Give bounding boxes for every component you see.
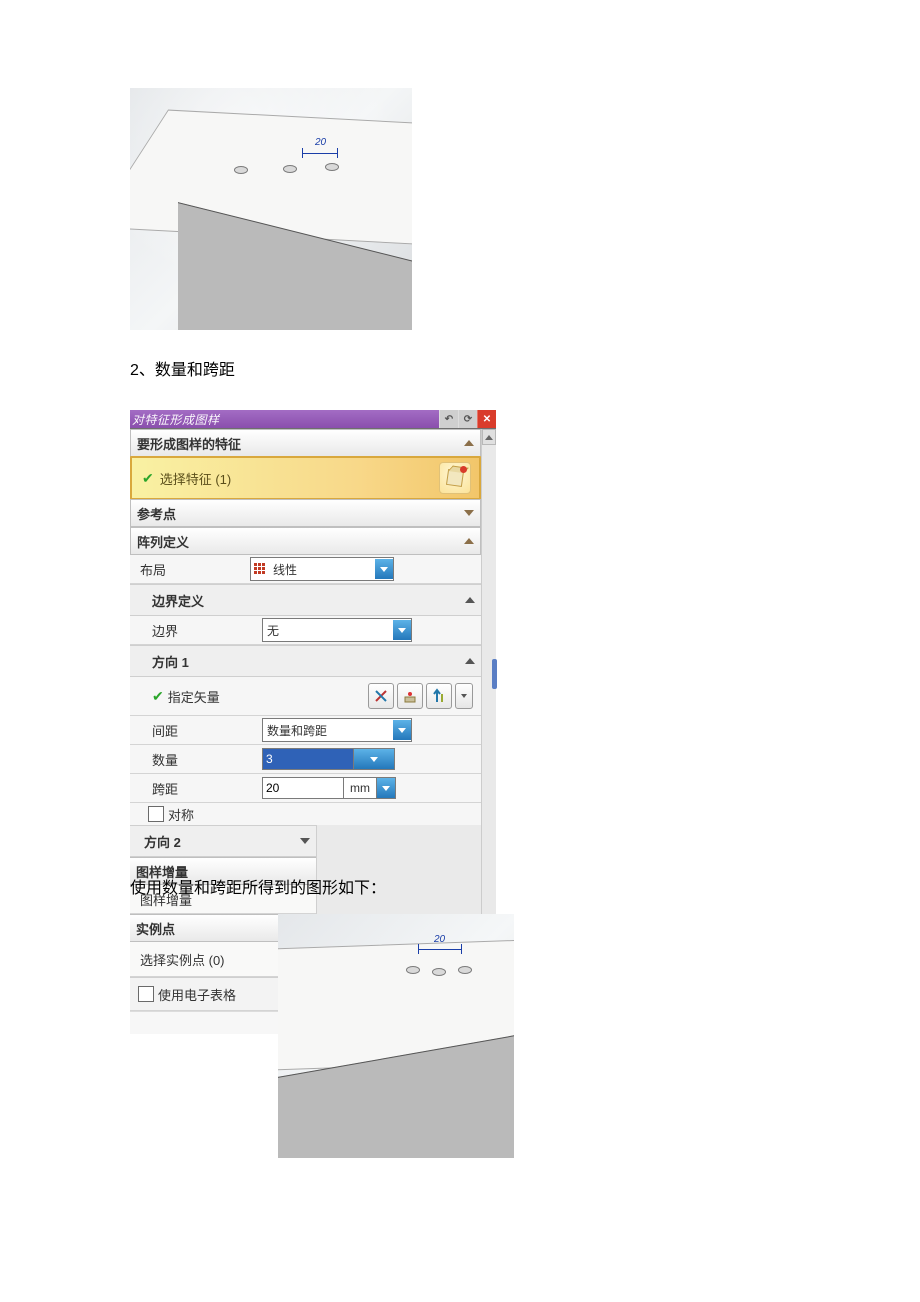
dropdown-arrow-icon[interactable] bbox=[375, 559, 393, 579]
section-features-header[interactable]: 要形成图样的特征 bbox=[130, 429, 481, 457]
chevron-down-icon bbox=[464, 510, 474, 516]
count-spinner[interactable] bbox=[353, 748, 395, 770]
chevron-up-icon bbox=[465, 658, 475, 664]
check-icon: ✔ bbox=[142, 470, 154, 487]
chevron-up-icon bbox=[464, 440, 474, 446]
vector-reverse-button[interactable] bbox=[426, 683, 452, 709]
array-def-header[interactable]: 阵列定义 bbox=[130, 527, 481, 555]
check-icon: ✔ bbox=[152, 688, 164, 705]
span-unit: mm bbox=[344, 777, 377, 799]
dialog-titlebar: 对特征形成图样 ↶ ⟳ ✕ bbox=[130, 410, 496, 429]
span-input[interactable] bbox=[262, 777, 344, 799]
vector-row: ✔ 指定矢量 bbox=[130, 677, 481, 716]
boundary-dropdown[interactable]: 无 bbox=[262, 618, 412, 642]
symmetric-row: 对称 bbox=[130, 803, 481, 825]
span-spinner[interactable] bbox=[377, 777, 396, 799]
use-spreadsheet-checkbox[interactable] bbox=[138, 986, 154, 1002]
feature-cube-icon[interactable] bbox=[439, 462, 471, 494]
direction2-header[interactable]: 方向 2 bbox=[130, 825, 316, 857]
span-row: 跨距 mm bbox=[130, 774, 481, 803]
symmetric-checkbox[interactable] bbox=[148, 806, 164, 822]
direction1-header[interactable]: 方向 1 bbox=[130, 645, 481, 677]
boundary-def-header[interactable]: 边界定义 bbox=[130, 584, 481, 616]
dropdown-arrow-icon[interactable] bbox=[393, 620, 411, 640]
spacing-row: 间距 数量和跨距 bbox=[130, 716, 481, 745]
dialog-title: 对特征形成图样 bbox=[132, 411, 220, 428]
titlebar-reset-icon[interactable]: ⟳ bbox=[458, 410, 477, 428]
count-input[interactable] bbox=[262, 748, 354, 770]
overlay-caption: 使用数量和跨距所得到的图形如下： bbox=[130, 874, 386, 898]
layout-row: 布局 线性 bbox=[130, 555, 481, 584]
select-feature-row[interactable]: ✔ 选择特征 (1) bbox=[130, 456, 481, 500]
chevron-down-icon bbox=[300, 838, 310, 844]
count-row: 数量 bbox=[130, 745, 481, 774]
composite-wrap: 对特征形成图样 ↶ ⟳ ✕ 要形成图样的特征 ✔ bbox=[130, 410, 510, 1034]
dimension-label-1: 20 bbox=[315, 137, 326, 148]
vector-menu-button[interactable] bbox=[455, 683, 473, 709]
boundary-row: 边界 无 bbox=[130, 616, 481, 645]
vector-options-button[interactable] bbox=[397, 683, 423, 709]
chevron-up-icon bbox=[465, 597, 475, 603]
spacing-dropdown[interactable]: 数量和跨距 bbox=[262, 718, 412, 742]
viewport-screenshot-1: 20 bbox=[130, 88, 412, 330]
layout-dropdown[interactable]: 线性 bbox=[250, 557, 394, 581]
titlebar-close-icon[interactable]: ✕ bbox=[477, 410, 496, 428]
dropdown-arrow-icon[interactable] bbox=[393, 720, 411, 740]
viewport-screenshot-2: 20 bbox=[278, 914, 514, 1158]
section-heading: 2、数量和跨距 bbox=[130, 356, 790, 380]
titlebar-undo-icon[interactable]: ↶ bbox=[439, 410, 458, 428]
vector-infer-button[interactable] bbox=[368, 683, 394, 709]
ref-point-header[interactable]: 参考点 bbox=[130, 499, 481, 527]
linear-pattern-icon bbox=[253, 562, 267, 576]
chevron-up-icon bbox=[464, 538, 474, 544]
